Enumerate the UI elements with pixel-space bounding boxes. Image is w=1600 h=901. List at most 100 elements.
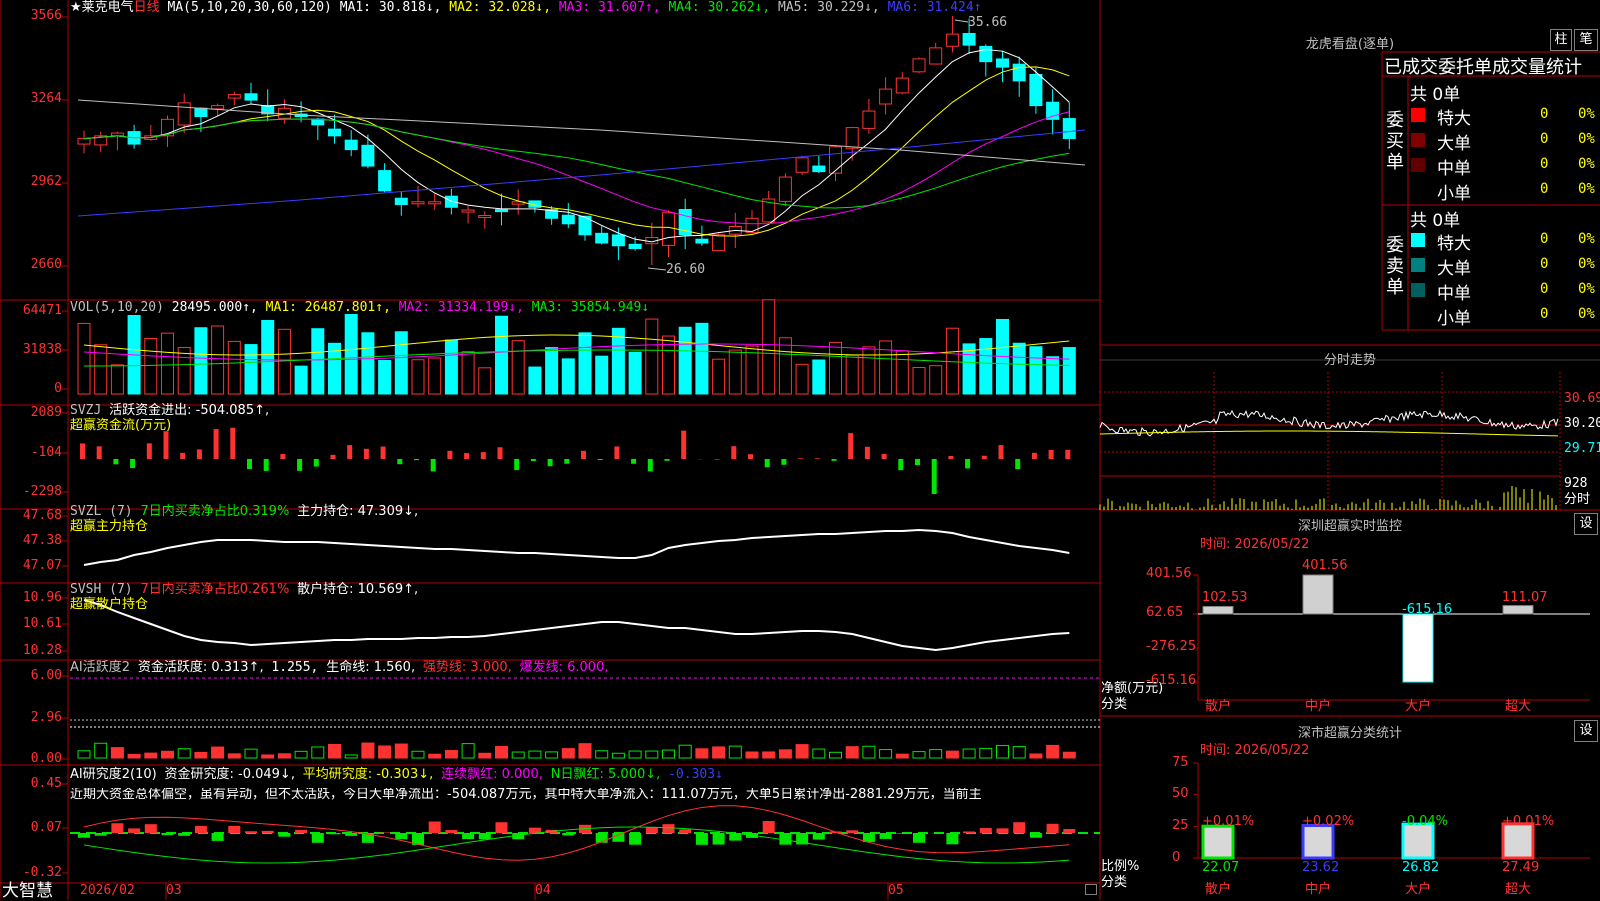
candle-body [997, 59, 1009, 67]
vol-y-tick: 64471 [0, 303, 62, 318]
volume-bar [412, 360, 424, 394]
ai1-item2: 1.255, [271, 660, 318, 675]
research-bar [813, 833, 825, 840]
monitor-bar [1503, 606, 1533, 614]
research-bar [479, 833, 491, 839]
candle-body [228, 95, 240, 98]
stock-name[interactable]: ★莱克电气 [70, 0, 134, 15]
monitor-value-label: -615.16 [1402, 603, 1452, 617]
classify-category-label: 超大 [1505, 883, 1531, 897]
volume-bar [195, 328, 207, 394]
period-label[interactable]: 日线 [134, 0, 160, 15]
svzj-subtitle: 超赢资金流(万元) [70, 419, 171, 433]
research-bar [963, 831, 975, 833]
monitor-settings-button[interactable]: 设 [1574, 513, 1598, 535]
research-bar [896, 833, 908, 834]
volume-bar [980, 339, 992, 394]
activity-bar [162, 751, 174, 758]
sell-order-row-count: 0 [1540, 281, 1548, 297]
research-bar [496, 822, 508, 833]
sell-order-row-label: 小单 [1437, 304, 1471, 329]
ai2-y-tick: -0.32 [0, 865, 62, 880]
activity-bar [529, 751, 541, 758]
classify-category-label: 中户 [1305, 883, 1331, 897]
research-bar [880, 833, 892, 839]
dragon-title: 龙虎看盘(逐单) [1100, 33, 1600, 52]
activity-bar [128, 754, 140, 758]
volume-bar [262, 320, 274, 394]
activity-bar [1013, 747, 1025, 758]
activity-bar [980, 748, 992, 758]
sell-total: 共 0单 [1410, 206, 1460, 231]
buy-order-row-pct: 0% [1578, 131, 1595, 147]
column-mode-button[interactable]: 柱 [1550, 29, 1572, 51]
research-bar [345, 833, 357, 836]
fund-flow-bar [180, 453, 185, 459]
high-marker [955, 20, 968, 22]
activity-bar [362, 743, 374, 758]
activity-bar [663, 750, 675, 758]
candle-body [496, 210, 508, 212]
activity-bar [830, 752, 842, 758]
volume-bar [95, 345, 107, 394]
ai1-header: AI活跃度2 资金活跃度: 0.313↑, 1.255, 生命线: 1.560,… [70, 661, 609, 675]
research-bar [529, 828, 541, 833]
candle-body [195, 108, 207, 116]
volume-bar [646, 319, 658, 394]
activity-bar [312, 747, 324, 758]
x-axis-label: 2026/02 [80, 884, 135, 898]
activity-bar [278, 754, 290, 758]
classify-category-label: 大户 [1405, 883, 1431, 897]
research-bar [95, 833, 107, 836]
candle-body [395, 198, 407, 204]
lock-icon[interactable] [1085, 884, 1097, 895]
activity-bar [997, 746, 1009, 758]
ma6-value: MA6: 31.424↑ [888, 0, 982, 15]
activity-bar [228, 754, 240, 758]
volume-bar [445, 340, 457, 394]
research-bar [262, 831, 274, 833]
intraday-avg-line [1100, 431, 1558, 436]
candle-body [462, 210, 474, 212]
buy-side-label: 委买单 [1385, 110, 1405, 173]
sell-order-row-count: 0 [1540, 306, 1548, 322]
research-bar [696, 833, 708, 845]
activity-bar [546, 752, 558, 758]
intraday-price-tick: 30.20 [1564, 417, 1600, 431]
fund-flow-bar [498, 447, 503, 459]
activity-bar [395, 744, 407, 758]
research-bar [1063, 829, 1075, 833]
research-bar [612, 833, 624, 842]
fund-flow-bar [531, 459, 536, 461]
volume-bar [612, 328, 624, 394]
ai2-commentary: 近期大资金总体偏空，虽有异动，但不太活跃，今日大单净流出：-504.087万元，… [70, 788, 1100, 802]
stroke-mode-button[interactable]: 笔 [1574, 29, 1598, 51]
monitor-unit2: 分类 [1101, 698, 1127, 712]
svsh-y-tick: 10.28 [0, 643, 62, 658]
candle-body [963, 33, 975, 45]
svzj-header: SVZJ 活跃资金进出: -504.085↑, [70, 404, 269, 418]
ai2-item3: 连续飘红: 0.000, [441, 767, 543, 782]
svzj-item: 活跃资金进出: -504.085↑, [109, 403, 269, 418]
volume-bar [1063, 348, 1075, 394]
activity-bar [496, 747, 508, 758]
fund-flow-bar [731, 446, 736, 459]
fund-flow-bar [948, 456, 953, 459]
activity-bar [262, 755, 274, 758]
svzj-y-tick: -104 [0, 445, 62, 460]
fund-flow-bar [999, 445, 1004, 459]
brand-logo[interactable]: 大智慧 [2, 882, 53, 900]
activity-bar [245, 749, 257, 758]
vol-y-tick: 31838 [0, 342, 62, 357]
svzl-title: SVZL (7) [70, 504, 133, 519]
volume-bar [813, 360, 825, 394]
research-bar [429, 822, 441, 833]
volume-bar [779, 338, 791, 394]
order-color-swatch [1411, 233, 1425, 247]
classify-settings-button[interactable]: 设 [1574, 720, 1598, 742]
fund-flow-bar [331, 455, 336, 459]
research-bar [663, 824, 675, 833]
vol-title: VOL(5,10,20) [70, 300, 164, 315]
research-bar [195, 826, 207, 833]
ma-params: MA(5,10,20,30,60,120) [168, 0, 332, 15]
